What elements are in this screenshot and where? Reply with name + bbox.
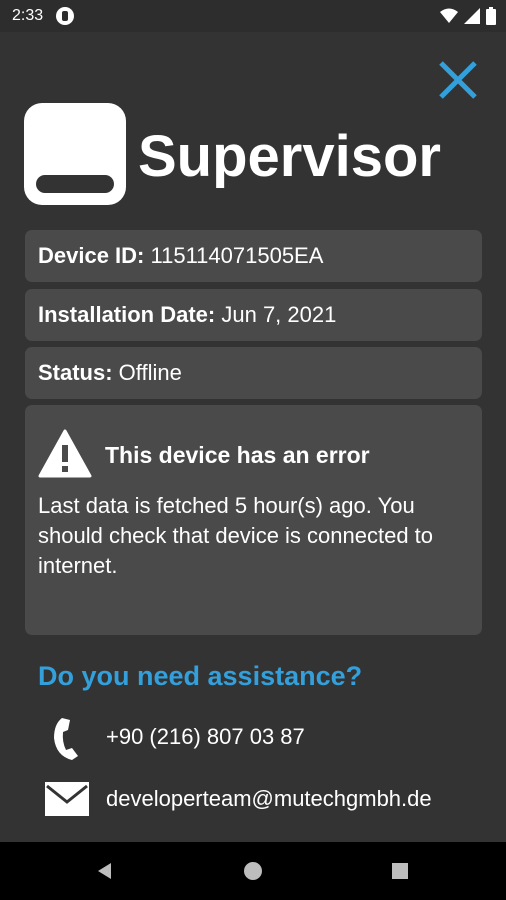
close-icon (439, 61, 477, 99)
installation-date-card: Installation Date: Jun 7, 2021 (25, 289, 482, 341)
device-id-value: 115114071505EA (144, 243, 324, 268)
back-icon[interactable] (95, 861, 115, 881)
signal-icon (464, 8, 480, 24)
app-logo (24, 103, 126, 205)
status-time: 2:33 (12, 7, 44, 24)
app-title: Supervisor (138, 124, 441, 189)
device-id-card: Device ID: 115114071505EA (25, 230, 482, 282)
wifi-icon (440, 8, 458, 23)
status-card: Status: Offline (25, 347, 482, 399)
status-label: Status: (38, 360, 113, 385)
email-address[interactable]: developerteam@mutechgmbh.de (106, 786, 432, 812)
status-bar: 2:33 (0, 0, 506, 32)
overview-icon[interactable] (390, 861, 410, 881)
navigation-bar (0, 842, 506, 900)
email-contact-row[interactable]: developerteam@mutechgmbh.de (42, 778, 482, 822)
mail-icon (45, 782, 89, 816)
warning-icon (38, 429, 92, 478)
error-message: Last data is fetched 5 hour(s) ago. You … (38, 493, 434, 578)
error-card: This device has an error Last data is fe… (25, 405, 482, 635)
battery-icon (486, 7, 496, 25)
error-title: This device has an error (105, 442, 370, 468)
status-icons (440, 6, 496, 26)
installation-date-value: Jun 7, 2021 (215, 302, 337, 327)
device-id-label: Device ID: (38, 243, 145, 268)
phone-number[interactable]: +90 (216) 807 03 87 (106, 724, 305, 750)
phone-icon (54, 718, 78, 760)
status-value: Offline (112, 360, 182, 385)
home-icon[interactable] (243, 861, 263, 881)
app-notification-icon (56, 7, 74, 25)
close-button[interactable] (436, 58, 480, 102)
assistance-heading: Do you need assistance? (38, 661, 363, 691)
phone-contact-row[interactable]: +90 (216) 807 03 87 (42, 716, 482, 760)
app-logo-bar (36, 175, 114, 193)
installation-date-label: Installation Date: (38, 302, 216, 327)
